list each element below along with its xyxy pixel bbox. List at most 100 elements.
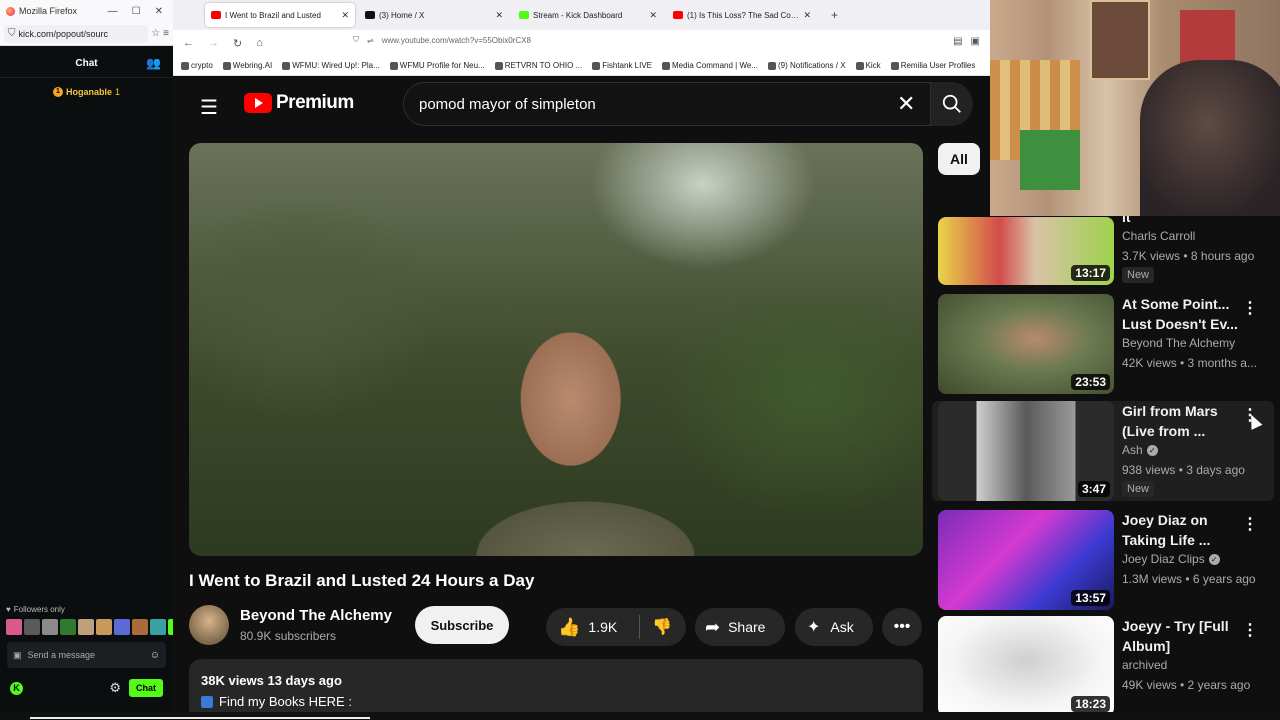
recommended-video[interactable]: 13:57 Joey Diaz on Taking Life ... Joey Di… — [938, 510, 1280, 610]
emoji-icon[interactable]: ☺ — [150, 650, 160, 661]
video-title[interactable]: At Some Point... Lust Doesn't Ev... — [1122, 294, 1242, 334]
users-icon[interactable]: 👥 — [146, 56, 161, 70]
address-text[interactable]: www.youtube.com/watch?v=55Obix0rCX8 — [382, 36, 531, 45]
chat-send-button[interactable]: Chat — [129, 679, 163, 697]
emote-icon[interactable] — [78, 619, 94, 635]
recommended-video[interactable]: 23:53 At Some Point... Lust Doesn't Ev...… — [938, 294, 1280, 394]
send-message-placeholder[interactable]: Send a message — [28, 650, 96, 660]
bookmark-item[interactable]: Fishtank LIVE — [592, 61, 652, 70]
bookmark-item[interactable]: crypto — [181, 61, 213, 70]
share-button[interactable]: ➦ Share — [695, 608, 785, 646]
recommended-video[interactable]: 18:23 Joeyy - Try [Full Album] archived 49K… — [938, 616, 1280, 716]
bookmark-icon — [494, 61, 503, 70]
permissions-icon[interactable]: ⇌ — [367, 36, 374, 45]
home-icon[interactable]: ⌂ — [256, 37, 263, 49]
youtube-logo[interactable]: Premium — [244, 92, 354, 114]
browser-tab[interactable]: (1) Is This Loss? The Sad Comic ✕ — [667, 3, 817, 27]
emote-icon[interactable] — [42, 619, 58, 635]
reload-icon[interactable]: ↻ — [233, 37, 242, 50]
search-input[interactable]: pomod mayor of simpleton — [403, 82, 931, 126]
recommended-video[interactable]: 3:47 Girl from Mars (Live from ... Ash ✓ 938… — [932, 401, 1274, 501]
subscribe-button[interactable]: Subscribe — [415, 606, 509, 644]
bookmark-label: RETVRN TO OHIO ... — [504, 61, 583, 70]
close-tab-icon[interactable]: ✕ — [341, 10, 349, 21]
channel-name[interactable]: Charls Carroll — [1122, 229, 1195, 243]
close-icon[interactable]: ✕ — [155, 6, 163, 17]
new-tab-icon[interactable]: + — [821, 8, 838, 22]
bookmark-item[interactable]: Kick — [855, 61, 881, 70]
back-icon[interactable]: ← — [183, 37, 194, 49]
channel-name[interactable]: Beyond The Alchemy — [240, 607, 392, 624]
chat-title: Chat — [75, 58, 98, 69]
video-player[interactable] — [189, 143, 923, 556]
video-thumbnail[interactable]: 3:47 — [938, 401, 1114, 501]
channel-name[interactable]: Joey Diaz Clips — [1122, 552, 1205, 566]
channel-avatar[interactable] — [189, 605, 229, 645]
emote-icon[interactable] — [114, 619, 130, 635]
channel-name[interactable]: archived — [1122, 658, 1167, 672]
video-thumbnail[interactable]: 23:53 — [938, 294, 1114, 394]
more-actions-button[interactable]: ••• — [882, 608, 922, 646]
close-tab-icon[interactable]: ✕ — [649, 10, 657, 21]
dislike-button[interactable]: 👎 — [640, 617, 672, 637]
pinned-username[interactable]: Hoganable — [66, 87, 112, 97]
emote-icon[interactable] — [6, 619, 22, 635]
forward-icon[interactable]: → — [208, 37, 219, 49]
close-tab-icon[interactable]: ✕ — [495, 10, 503, 21]
video-title[interactable]: Joeyy - Try [Full Album] — [1122, 616, 1242, 656]
search-query[interactable]: pomod mayor of simpleton — [419, 96, 596, 113]
pocket-icon[interactable]: ▣ — [971, 36, 980, 47]
send-message-input[interactable]: ▣ Send a message ☺ — [7, 642, 166, 668]
video-description[interactable]: 38K views 13 days ago Find my Books HERE… — [189, 659, 923, 720]
gear-icon[interactable]: ⚙ — [109, 680, 121, 696]
chip-all[interactable]: All — [938, 143, 980, 175]
emote-icon[interactable] — [96, 619, 112, 635]
close-tab-icon[interactable]: ✕ — [803, 10, 811, 21]
emote-icon[interactable] — [24, 619, 40, 635]
bookmark-item[interactable]: Webring.AI — [222, 61, 272, 70]
browser-tab[interactable]: (3) Home / X ✕ — [359, 3, 509, 27]
ask-button[interactable]: ✦ Ask — [795, 608, 873, 646]
browser-tab[interactable]: Stream - Kick Dashboard ✕ — [513, 3, 663, 27]
sparkle-icon: ✦ — [807, 619, 821, 636]
reader-mode-icon[interactable]: ▤ — [953, 36, 962, 47]
kick-logo-icon[interactable]: K — [10, 681, 23, 695]
video-thumbnail[interactable]: 13:57 — [938, 510, 1114, 610]
kick-url-text: kick.com/popout/sourc — [18, 28, 109, 39]
bookmark-item[interactable]: WFMU: Wired Up!: Pla... — [282, 61, 380, 70]
video-title[interactable]: Girl from Mars (Live from ... — [1122, 401, 1242, 441]
video-thumbnail[interactable]: 18:23 — [938, 616, 1114, 716]
minimize-icon[interactable]: — — [108, 6, 118, 17]
clear-search-icon[interactable]: ✕ — [897, 91, 915, 117]
more-vertical-icon[interactable]: ⋮ — [1242, 620, 1258, 640]
video-thumbnail[interactable]: 13:17 — [938, 217, 1114, 285]
bookmark-item[interactable]: Media Command | We... — [662, 61, 758, 70]
hamburger-menu-icon[interactable]: ☰ — [200, 95, 218, 120]
kick-url-field[interactable]: ⛉ kick.com/popout/sourc — [4, 24, 149, 43]
emote-icon[interactable] — [60, 619, 76, 635]
like-button[interactable]: 👍 1.9K — [546, 615, 640, 639]
more-vertical-icon[interactable]: ⋮ — [1242, 298, 1258, 318]
search-button[interactable] — [931, 82, 973, 126]
emote-icon[interactable] — [150, 619, 166, 635]
browser-tab[interactable]: I Went to Brazil and Lusted ✕ — [205, 3, 355, 27]
window-controls[interactable]: — ☐ ✕ — [108, 6, 173, 17]
emote-icon[interactable] — [132, 619, 148, 635]
star-icon[interactable]: ☆ — [151, 28, 160, 39]
bookmark-item[interactable]: Remilia User Profiles — [890, 61, 975, 70]
bookmark-icon — [181, 61, 189, 70]
pinned-user[interactable]: 1 Hoganable 1 — [0, 84, 173, 100]
channel-name[interactable]: Beyond The Alchemy — [1122, 336, 1235, 350]
bookmark-item[interactable]: WFMU Profile for Neu... — [389, 61, 485, 70]
more-vertical-icon[interactable]: ⋮ — [1242, 514, 1258, 534]
bookmark-item[interactable]: RETVRN TO OHIO ... — [494, 61, 583, 70]
bookmark-item[interactable]: (9) Notifications / X — [767, 61, 846, 70]
menu-icon[interactable]: ≡ — [163, 28, 169, 39]
video-title[interactable]: Joey Diaz on Taking Life ... — [1122, 510, 1242, 550]
address-bar[interactable]: ⛉ ⇌ www.youtube.com/watch?v=55Obix0rCX8 — [353, 35, 531, 45]
maximize-icon[interactable]: ☐ — [132, 6, 141, 17]
channel-name[interactable]: Ash — [1122, 443, 1143, 457]
emote-bar[interactable] — [6, 619, 184, 635]
bookmark-label: crypto — [191, 61, 213, 70]
kick-url-bar[interactable]: ⛉ kick.com/popout/sourc ☆ ≡ — [0, 22, 173, 46]
